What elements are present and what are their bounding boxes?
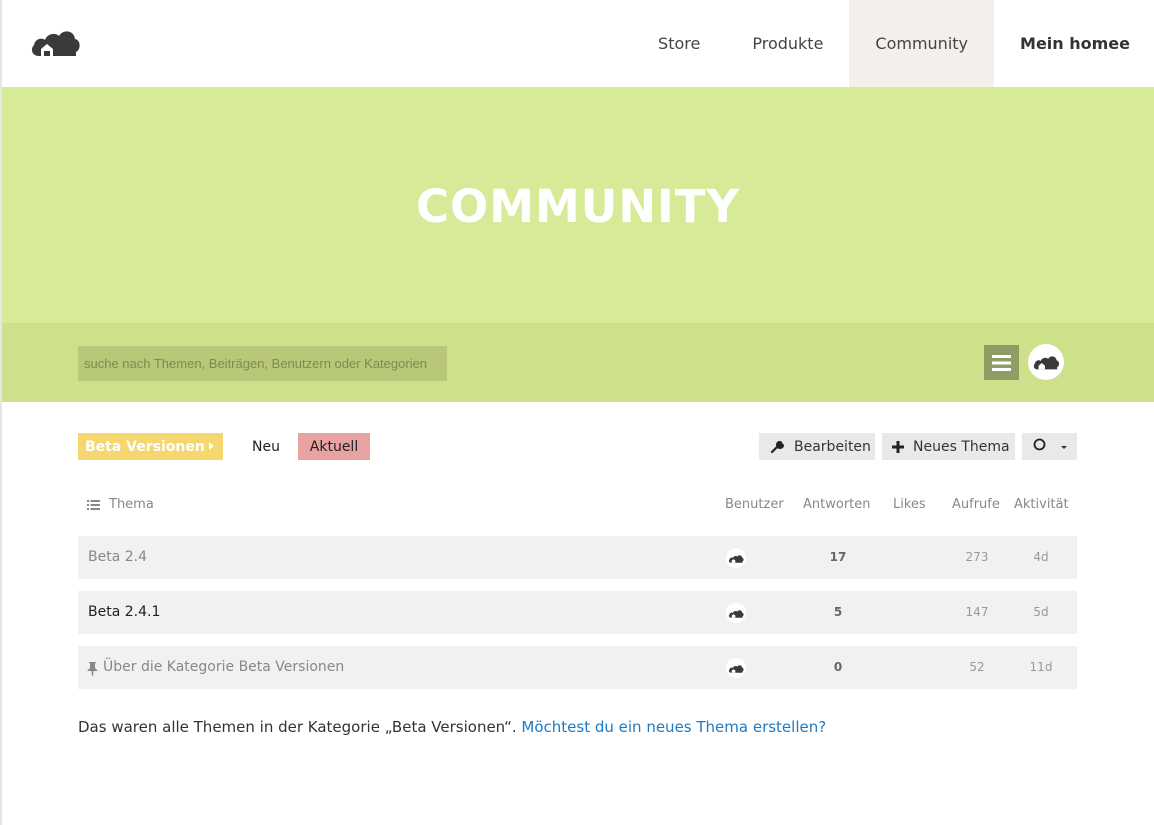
cloud-house-avatar-icon <box>728 609 744 618</box>
column-header-topic-label: Thema <box>109 497 154 512</box>
poster-avatar[interactable] <box>726 603 746 623</box>
topic-title-link[interactable]: Über die Kategorie Beta Versionen <box>103 659 344 675</box>
column-header-views[interactable]: Aufrufe <box>952 497 1000 512</box>
create-topic-link[interactable]: Möchtest du ein neues Thema erstellen? <box>521 718 826 736</box>
poster-avatar[interactable] <box>726 548 746 568</box>
top-navigation-bar: Store Produkte Community Mein homee <box>2 0 1154 87</box>
category-dropdown[interactable]: Beta Versionen <box>78 433 223 460</box>
nav-community[interactable]: Community <box>849 0 995 87</box>
reply-count: 5 <box>833 605 843 619</box>
table-row: Beta 2.4.1 5 147 5d <box>78 591 1077 634</box>
nav-store[interactable]: Store <box>632 0 726 87</box>
topic-title-link[interactable]: Beta 2.4.1 <box>88 604 160 620</box>
circle-icon <box>1033 438 1046 455</box>
nav-produkte[interactable]: Produkte <box>726 0 849 87</box>
notification-level-dropdown[interactable] <box>1022 433 1077 460</box>
reply-count: 17 <box>829 550 847 564</box>
cloud-house-avatar-icon <box>1033 356 1060 370</box>
activity-age[interactable]: 4d <box>1016 550 1066 564</box>
view-count: 273 <box>965 550 989 564</box>
cloud-house-avatar-icon <box>728 664 744 673</box>
caret-down-icon <box>1061 446 1067 449</box>
column-header-likes[interactable]: Likes <box>893 497 926 512</box>
column-header-replies[interactable]: Antworten <box>803 497 871 512</box>
cloud-house-avatar-icon <box>728 554 744 563</box>
nav-mein-homee[interactable]: Mein homee <box>994 0 1154 87</box>
activity-age[interactable]: 5d <box>1016 605 1066 619</box>
tab-aktuell[interactable]: Aktuell <box>298 433 370 460</box>
topic-title-link[interactable]: Beta 2.4 <box>88 549 147 565</box>
view-count: 52 <box>969 660 985 674</box>
pin-icon <box>87 662 98 681</box>
poster-avatar[interactable] <box>726 658 746 678</box>
search-input[interactable] <box>78 346 447 381</box>
table-row: Beta 2.4 17 273 4d <box>78 536 1077 579</box>
hero-banner: COMMUNITY <box>2 87 1154 323</box>
main-nav: Store Produkte Community Mein homee <box>632 0 1154 87</box>
search-bar <box>2 323 1154 402</box>
end-of-topics-message: Das waren alle Themen in der Kategorie „… <box>78 718 826 736</box>
edit-label: Bearbeiten <box>794 438 871 455</box>
column-header-activity[interactable]: Aktivität <box>1014 497 1069 512</box>
column-header-users: Benutzer <box>725 497 784 512</box>
hamburger-menu-button[interactable] <box>984 345 1019 380</box>
page-title: COMMUNITY <box>415 180 741 233</box>
user-avatar-button[interactable] <box>1028 344 1064 380</box>
cloud-house-logo-icon[interactable] <box>29 25 81 59</box>
view-count: 147 <box>965 605 989 619</box>
hamburger-icon <box>992 354 1011 371</box>
tab-neu[interactable]: Neu <box>252 433 280 460</box>
plus-icon <box>892 440 904 453</box>
edit-category-button[interactable]: Bearbeiten <box>759 433 875 460</box>
new-topic-label: Neues Thema <box>913 438 1010 455</box>
activity-age[interactable]: 11d <box>1016 660 1066 674</box>
column-header-topic[interactable]: Thema <box>87 497 154 512</box>
caret-right-icon <box>209 442 214 450</box>
reply-count: 0 <box>833 660 843 674</box>
table-row: Über die Kategorie Beta Versionen 0 52 1… <box>78 646 1077 689</box>
list-icon <box>87 499 100 510</box>
wrench-icon <box>771 440 785 454</box>
new-topic-button[interactable]: Neues Thema <box>882 433 1015 460</box>
end-of-topics-text: Das waren alle Themen in der Kategorie „… <box>78 718 522 736</box>
category-label: Beta Versionen <box>85 438 205 455</box>
